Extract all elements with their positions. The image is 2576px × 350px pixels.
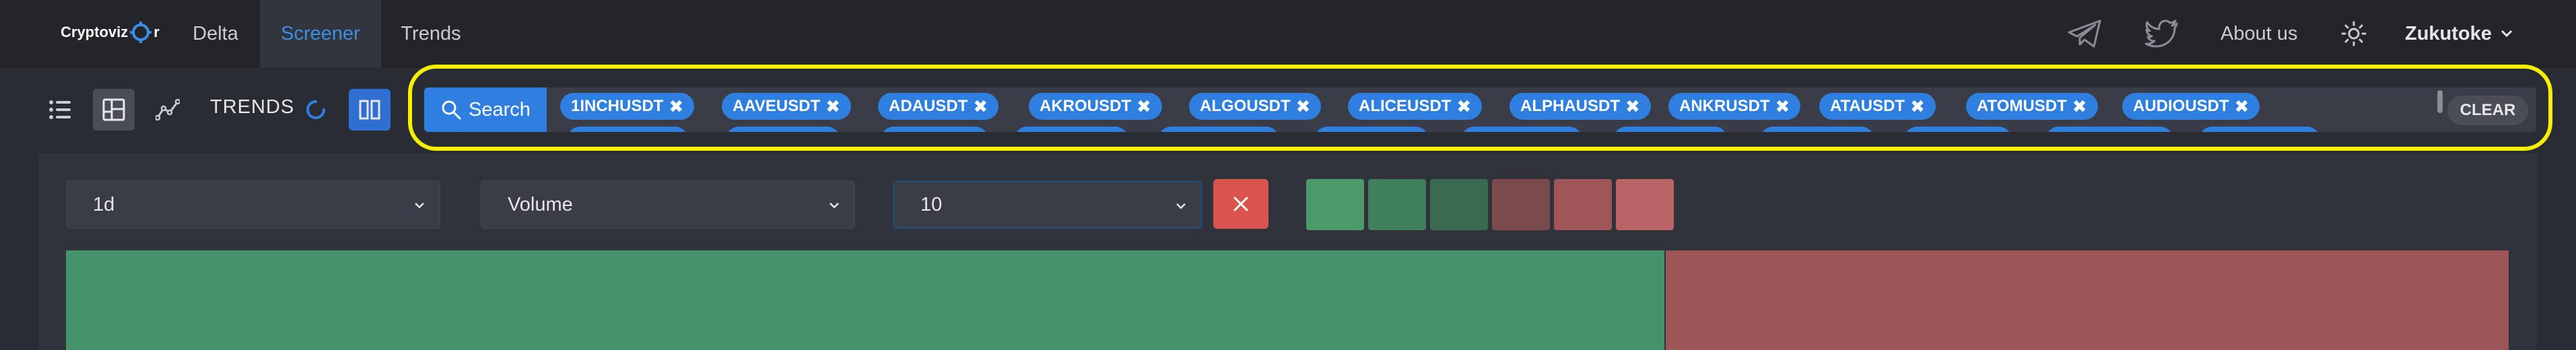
interval-select-value: 1d	[93, 193, 115, 215]
chevron-down-icon	[829, 203, 839, 209]
columns-icon	[359, 100, 380, 120]
loading-spinner-icon	[306, 100, 325, 119]
about-us-link[interactable]: About us	[2221, 0, 2297, 67]
logo-text-right: r	[154, 24, 160, 40]
twitter-icon	[2145, 20, 2178, 48]
color-filter-swatch[interactable]	[1492, 179, 1550, 230]
heatmap-view-button[interactable]	[93, 89, 135, 131]
metric-select[interactable]: Volume	[481, 180, 855, 229]
telegram-link[interactable]	[2067, 0, 2102, 67]
chevron-down-icon	[1176, 203, 1186, 209]
count-select[interactable]: 10	[893, 180, 1202, 229]
user-menu[interactable]: Zukutoke	[2405, 0, 2513, 67]
logo-text-left: Cryptoviz	[61, 24, 129, 40]
color-filter-swatch[interactable]	[1306, 179, 1364, 230]
username: Zukutoke	[2405, 22, 2492, 44]
chart-view-button[interactable]	[147, 89, 189, 131]
reset-filters-button[interactable]	[1213, 179, 1268, 229]
refresh-button[interactable]	[295, 89, 337, 131]
color-filter-swatch[interactable]	[1430, 179, 1488, 230]
list-view-button[interactable]	[39, 89, 81, 131]
twitter-link[interactable]	[2145, 0, 2179, 67]
chevron-down-icon	[2501, 30, 2512, 38]
highlight-outline	[408, 65, 2552, 151]
metric-select-value: Volume	[508, 193, 573, 215]
heatmap-cell[interactable]	[66, 250, 1664, 350]
color-filter-swatch[interactable]	[1554, 179, 1612, 230]
trends-label: TRENDS	[210, 96, 295, 118]
chevron-down-icon	[415, 203, 424, 209]
sun-icon	[2341, 21, 2367, 46]
logo[interactable]: Cryptoviz r	[61, 19, 160, 46]
close-icon	[1233, 197, 1248, 211]
top-navbar: Cryptoviz r Delta Screener Trends About …	[0, 0, 2576, 67]
color-filter-swatch[interactable]	[1368, 179, 1426, 230]
grid-icon	[102, 98, 125, 121]
heatmap-cell[interactable]	[1666, 250, 2509, 350]
interval-select[interactable]: 1d	[66, 180, 440, 229]
count-select-value: 10	[920, 193, 943, 215]
nav-tab-screener[interactable]: Screener	[260, 0, 381, 67]
color-filter-swatch[interactable]	[1616, 179, 1674, 230]
logo-gear-icon	[130, 22, 152, 43]
nav-tab-trends[interactable]: Trends	[384, 0, 478, 67]
theme-toggle[interactable]	[2340, 0, 2367, 67]
telegram-icon	[2068, 20, 2101, 48]
columns-toggle-button[interactable]	[349, 89, 391, 131]
nav-tab-delta[interactable]: Delta	[176, 0, 255, 67]
list-icon	[49, 100, 71, 119]
line-chart-icon	[156, 99, 180, 120]
